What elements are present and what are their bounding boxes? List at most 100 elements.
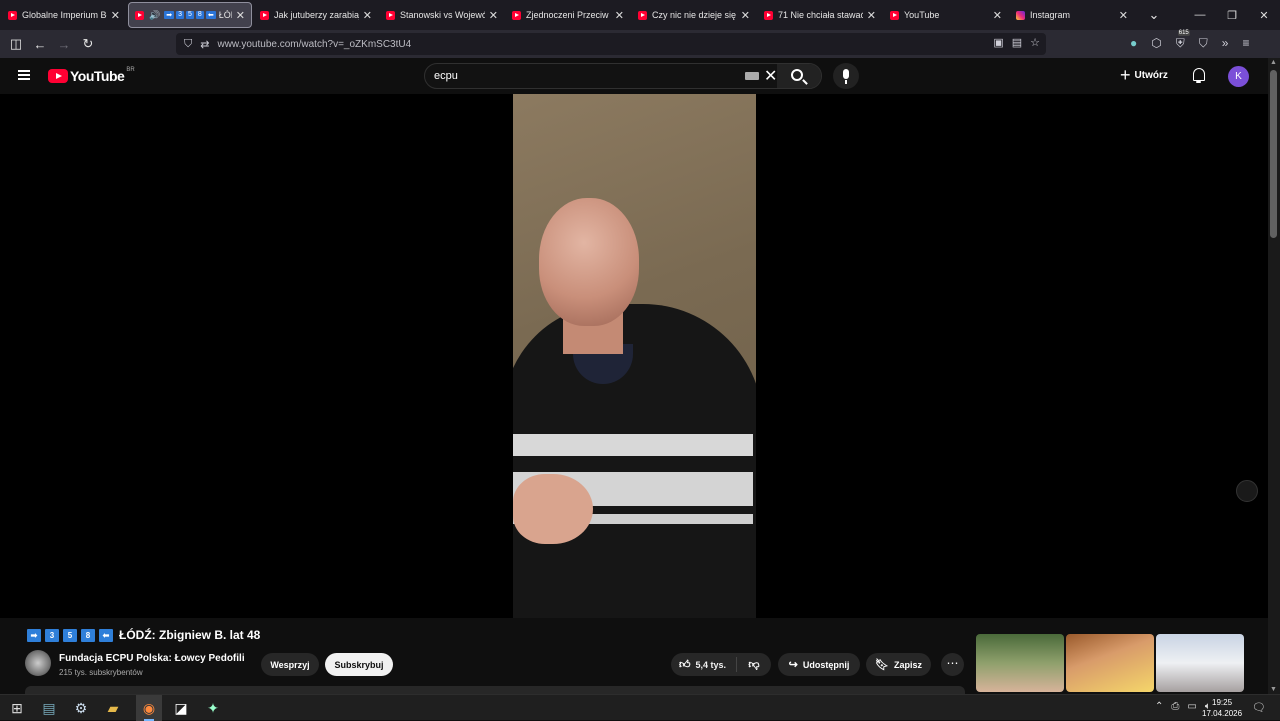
privacy-badger-icon[interactable]: ⛉	[1199, 36, 1208, 51]
browser-tab[interactable]: YouTube ✕	[884, 2, 1008, 28]
close-tab-icon[interactable]: ✕	[867, 9, 876, 22]
support-button[interactable]: Wesprzyj	[261, 653, 319, 676]
taskbar-clock[interactable]: 19:25 17.04.2026	[1202, 697, 1242, 719]
dislike-button[interactable]: 👎︎	[737, 658, 771, 671]
browser-tab[interactable]: 71 Nie chciała stawać (M ✕	[758, 2, 882, 28]
close-tab-icon[interactable]: ✕	[993, 9, 1002, 22]
save-button[interactable]: 🔖︎ Zapisz	[866, 653, 931, 676]
title-badge: 5	[63, 628, 77, 642]
browser-tab-active[interactable]: 🔊 ➡ 3 5 8 ⬅ ŁÓDŹ ✕	[128, 2, 252, 28]
browser-tab[interactable]: Globalne Imperium Bezk ✕	[2, 2, 126, 28]
url-text[interactable]: www.youtube.com/watch?v=_oZKmSC3tU4	[217, 39, 411, 50]
account-avatar[interactable]: K	[1228, 66, 1249, 87]
browser-tab[interactable]: Jak jutuberzy zarabiają n ✕	[254, 2, 378, 28]
youtube-favicon-icon	[638, 10, 647, 20]
back-icon[interactable]: ←	[28, 37, 52, 52]
windows-start-icon[interactable]: ⊞	[8, 699, 26, 717]
browser-tab[interactable]: Czy nic nie dzieje się przy ✕	[632, 2, 756, 28]
address-bar[interactable]: ⛉ ⇄ www.youtube.com/watch?v=_oZKmSC3tU4 …	[176, 33, 1046, 55]
tab-title: Stanowski vs Wojewódzk	[400, 10, 485, 20]
description-box[interactable]	[25, 686, 965, 694]
extension-badge: 615	[1177, 30, 1190, 36]
app-icon[interactable]: ✦	[204, 699, 222, 717]
channel-avatar[interactable]	[25, 650, 51, 676]
picture-in-picture-icon[interactable]: ▣	[993, 36, 1003, 49]
restore-icon[interactable]: ❐	[1216, 9, 1248, 22]
bookmark-star-icon[interactable]: ☆	[1030, 36, 1040, 49]
close-tab-icon[interactable]: ✕	[111, 9, 120, 22]
clear-search-icon[interactable]: ✕	[764, 66, 777, 86]
share-label: Udostępnij	[802, 659, 850, 670]
tab-badge: ➡	[164, 11, 175, 19]
browser-tab[interactable]: Stanowski vs Wojewódzk ✕	[380, 2, 504, 28]
ublock-icon[interactable]: ⛨ 615	[1176, 30, 1190, 51]
youtube-favicon-icon	[260, 10, 269, 20]
speaker-icon[interactable]: 🔊	[149, 10, 160, 21]
video-person-head	[539, 198, 639, 326]
recommended-video-thumbnail[interactable]	[976, 634, 1064, 692]
notifications-bell-icon[interactable]	[1192, 68, 1206, 83]
page-scrollbar[interactable]: ▲ ▼	[1268, 58, 1280, 694]
support-label: Wesprzyj	[270, 659, 310, 670]
youtube-favicon-icon	[386, 10, 395, 20]
extensions-icon[interactable]: ⬡	[1151, 36, 1161, 51]
minimize-icon[interactable]: —	[1184, 9, 1216, 21]
channel-watermark-icon[interactable]	[1236, 480, 1258, 502]
search-box[interactable]: ecpu ✕	[424, 63, 822, 89]
scrollbar-thumb[interactable]	[1270, 70, 1277, 238]
forward-icon[interactable]: →	[52, 37, 76, 52]
save-label: Zapisz	[893, 659, 922, 670]
file-manager-icon[interactable]: ▤	[40, 699, 58, 717]
close-tab-icon[interactable]: ✕	[615, 9, 624, 22]
search-input[interactable]: ecpu	[434, 70, 458, 82]
subscribe-button[interactable]: Subskrybuj	[325, 653, 393, 676]
steam-icon[interactable]: ⚙	[72, 699, 90, 717]
close-tab-icon[interactable]: ✕	[489, 9, 498, 22]
close-tab-icon[interactable]: ✕	[236, 9, 245, 22]
youtube-favicon-icon	[890, 10, 899, 20]
voice-search-button[interactable]	[833, 63, 859, 89]
search-icon	[791, 69, 803, 81]
close-tab-icon[interactable]: ✕	[363, 9, 372, 22]
browser-tab[interactable]: Instagram ✕	[1010, 2, 1134, 28]
overflow-menu-icon[interactable]: »	[1222, 36, 1229, 51]
permissions-icon[interactable]: ⇄	[200, 38, 209, 51]
list-all-tabs-icon[interactable]: ⌄	[1142, 7, 1166, 23]
title-badge: ⬅	[99, 628, 113, 642]
close-window-icon[interactable]: ✕	[1248, 9, 1280, 22]
video-player[interactable]	[0, 94, 1268, 618]
sidebar-toggle-icon[interactable]: ◫	[4, 36, 28, 52]
hamburger-menu-icon[interactable]	[18, 70, 30, 80]
recommended-video-thumbnail[interactable]	[1156, 634, 1244, 692]
create-button[interactable]: + Utwórz	[1120, 66, 1168, 84]
notion-icon[interactable]: ◪	[172, 699, 190, 717]
video-frame[interactable]	[513, 94, 756, 618]
scroll-up-icon[interactable]: ▲	[1270, 59, 1277, 66]
network-icon[interactable]: ⎙	[1171, 701, 1179, 712]
more-actions-icon[interactable]: ⋯	[941, 653, 964, 676]
share-button[interactable]: ↪ Udostępnij	[778, 653, 860, 676]
browser-tab[interactable]: Zjednoczeni Przeciw Ras ✕	[506, 2, 630, 28]
close-tab-icon[interactable]: ✕	[1119, 9, 1128, 22]
like-button[interactable]: 👍︎ 5,4 tys.	[671, 657, 737, 672]
firefox-icon[interactable]: ◉	[140, 699, 158, 717]
app-menu-icon[interactable]: ≡	[1242, 36, 1249, 51]
reload-icon[interactable]: ↻	[76, 36, 100, 52]
search-button[interactable]	[777, 64, 821, 88]
close-tab-icon[interactable]: ✕	[741, 9, 750, 22]
shield-icon[interactable]: ⛉	[184, 38, 192, 51]
like-count: 5,4 tys.	[695, 659, 727, 670]
keyboard-icon[interactable]	[745, 72, 759, 80]
video-person-torso	[513, 304, 756, 618]
recommended-video-thumbnail[interactable]	[1066, 634, 1154, 692]
vpn-icon[interactable]: ●	[1130, 36, 1137, 51]
tray-chevron-icon[interactable]: ⌃	[1155, 701, 1163, 712]
scroll-down-icon[interactable]: ▼	[1270, 686, 1277, 693]
reader-view-icon[interactable]: ▤	[1012, 36, 1022, 49]
channel-name[interactable]: Fundacja ECPU Polska: Łowcy Pedofili	[59, 653, 245, 664]
notifications-icon[interactable]: 🗨︎	[1252, 701, 1266, 714]
display-icon[interactable]: ▭	[1187, 701, 1196, 712]
youtube-logo[interactable]: YouTube BR	[48, 67, 135, 84]
youtube-favicon-icon	[764, 10, 773, 20]
folder-icon[interactable]: ▰	[104, 699, 122, 717]
